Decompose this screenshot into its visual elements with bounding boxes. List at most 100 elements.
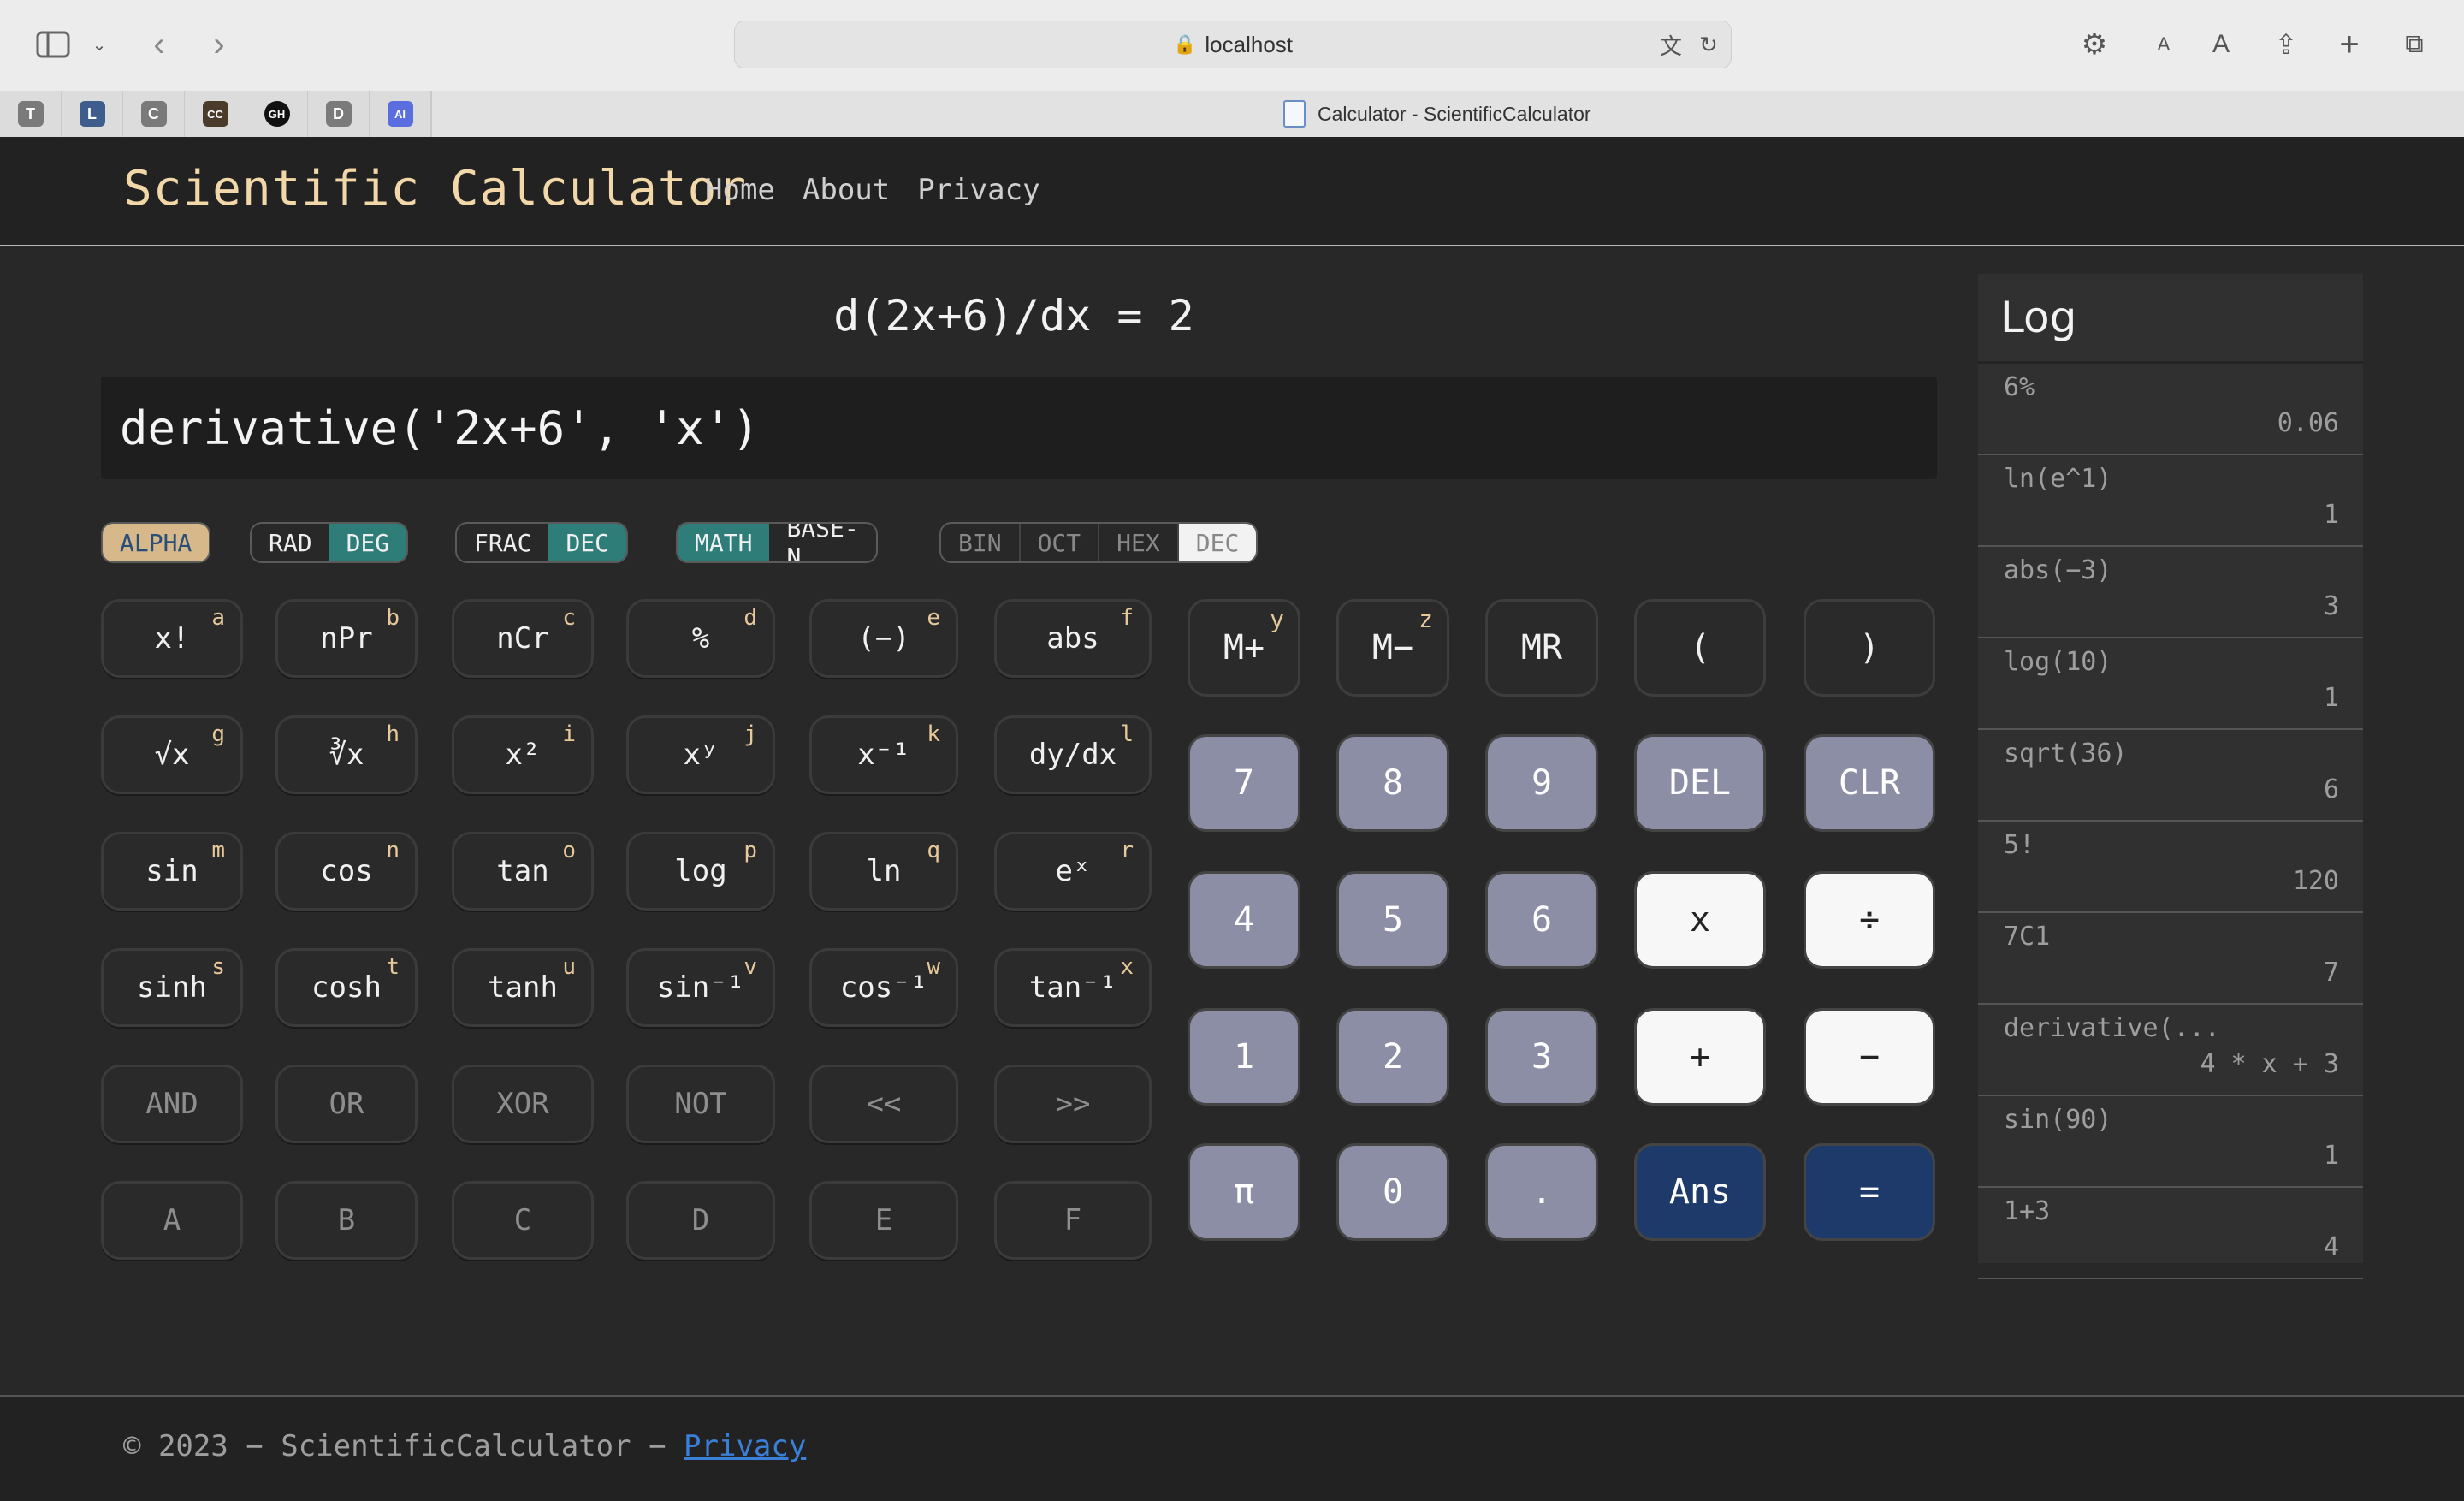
sci-key[interactable]: abs f [994, 599, 1152, 678]
sci-key[interactable]: % d [626, 599, 775, 678]
num-key[interactable]: x [1634, 871, 1766, 969]
log-entry[interactable]: ln(e^1) 1 [1978, 455, 2363, 547]
log-entry[interactable]: 1+3 4 [1978, 1188, 2363, 1279]
forward-icon[interactable]: › [202, 26, 236, 63]
share-icon[interactable]: ⇪ [2271, 26, 2301, 63]
address-bar[interactable]: 🔒 localhost [734, 21, 1732, 68]
sci-key[interactable]: << [809, 1065, 958, 1143]
sci-key[interactable]: ln q [809, 832, 958, 911]
deg-toggle[interactable]: DEG [329, 524, 407, 561]
favorite-c[interactable]: C [123, 91, 185, 137]
sci-key[interactable]: sin⁻¹ v [626, 948, 775, 1027]
sci-key[interactable]: cosh t [275, 948, 418, 1027]
num-key[interactable]: 9 [1485, 734, 1598, 832]
log-entry[interactable]: 6% 0.06 [1978, 364, 2363, 455]
sci-key[interactable]: tan⁻¹ x [994, 948, 1152, 1027]
num-key[interactable]: − [1804, 1008, 1935, 1106]
sci-key[interactable]: ∛x h [275, 715, 418, 794]
sci-key[interactable]: OR [275, 1065, 418, 1143]
nav-home[interactable]: Home [705, 173, 775, 207]
frac-toggle[interactable]: FRAC [457, 524, 548, 561]
sci-key[interactable]: x⁻¹ k [809, 715, 958, 794]
log-entry[interactable]: sqrt(36) 6 [1978, 730, 2363, 822]
sci-key[interactable]: sin m [101, 832, 243, 911]
log-entry[interactable]: log(10) 1 [1978, 638, 2363, 730]
num-key[interactable]: CLR [1804, 734, 1935, 832]
sci-key[interactable]: C [452, 1181, 594, 1260]
sci-key[interactable]: nCr c [452, 599, 594, 678]
log-entry[interactable]: sin(90) 1 [1978, 1096, 2363, 1188]
num-key[interactable]: 3 [1485, 1008, 1598, 1106]
sci-key[interactable]: log p [626, 832, 775, 911]
footer-privacy-link[interactable]: Privacy [684, 1429, 806, 1463]
sci-key[interactable]: E [809, 1181, 958, 1260]
favorite-ai[interactable]: AI [370, 91, 431, 137]
sci-key[interactable]: F [994, 1181, 1152, 1260]
num-key[interactable]: 0 [1336, 1143, 1449, 1241]
sci-key[interactable]: (−) e [809, 599, 958, 678]
num-key[interactable]: 4 [1188, 871, 1300, 969]
num-key[interactable]: + [1634, 1008, 1766, 1106]
favorite-github[interactable]: GH [246, 91, 308, 137]
num-key[interactable]: Ans [1634, 1143, 1766, 1241]
nav-about[interactable]: About [803, 173, 890, 207]
gear-icon[interactable]: ⚙ [2077, 26, 2112, 63]
sci-key[interactable]: >> [994, 1065, 1152, 1143]
num-key[interactable]: ) [1804, 599, 1935, 697]
sci-key[interactable]: √x g [101, 715, 243, 794]
log-entry[interactable]: abs(−3) 3 [1978, 547, 2363, 638]
nav-privacy[interactable]: Privacy [917, 173, 1040, 207]
sci-key[interactable]: AND [101, 1065, 243, 1143]
num-key[interactable]: = [1804, 1143, 1935, 1241]
alpha-toggle[interactable]: ALPHA [103, 524, 210, 561]
sci-key[interactable]: cos n [275, 832, 418, 911]
num-key[interactable]: ÷ [1804, 871, 1935, 969]
num-key[interactable]: 1 [1188, 1008, 1300, 1106]
favorite-t[interactable]: T [0, 91, 62, 137]
rad-toggle[interactable]: RAD [252, 524, 329, 561]
sci-key[interactable]: x² i [452, 715, 594, 794]
num-key[interactable]: DEL [1634, 734, 1766, 832]
num-key[interactable]: 5 [1336, 871, 1449, 969]
sci-key[interactable]: B [275, 1181, 418, 1260]
sci-key[interactable]: nPr b [275, 599, 418, 678]
log-entry[interactable]: derivative(... 4 * x + 3 [1978, 1005, 2363, 1096]
num-key[interactable]: π [1188, 1143, 1300, 1241]
dec-toggle[interactable]: DEC [548, 524, 627, 561]
brand-link[interactable]: Scientific Calculator [123, 161, 747, 217]
favorite-l[interactable]: L [62, 91, 123, 137]
text-larger-icon[interactable]: A [2207, 26, 2235, 63]
sci-key[interactable]: x! a [101, 599, 243, 678]
new-tab-icon[interactable]: + [2334, 26, 2365, 63]
log-entry[interactable]: 5! 120 [1978, 822, 2363, 913]
sci-key[interactable]: dy/dx l [994, 715, 1152, 794]
reload-icon[interactable]: ↻ [1696, 26, 1721, 63]
num-key[interactable]: 8 [1336, 734, 1449, 832]
hex-toggle[interactable]: HEX [1099, 524, 1179, 561]
math-toggle[interactable]: MATH [678, 524, 770, 561]
translate-icon[interactable]: 文 [1653, 26, 1689, 63]
num-key[interactable]: M− z [1336, 599, 1449, 697]
bin-toggle[interactable]: BIN [941, 524, 1021, 561]
sci-key[interactable]: A [101, 1181, 243, 1260]
log-entry[interactable]: 7C1 7 [1978, 913, 2363, 1005]
num-key[interactable]: ( [1634, 599, 1766, 697]
active-tab[interactable]: Calculator - ScientificCalculator [1283, 91, 1591, 137]
tab-overview-icon[interactable]: ⧉ [2397, 26, 2431, 63]
sci-key[interactable]: D [626, 1181, 775, 1260]
sci-key[interactable]: XOR [452, 1065, 594, 1143]
sci-key[interactable]: xʸ j [626, 715, 775, 794]
text-smaller-icon[interactable]: A [2153, 26, 2175, 63]
base-n-toggle[interactable]: BASE-N [769, 524, 875, 561]
chevron-down-icon[interactable]: ⌄ [89, 26, 110, 63]
num-key[interactable]: 7 [1188, 734, 1300, 832]
num-key[interactable]: . [1485, 1143, 1598, 1241]
favorite-d[interactable]: D [308, 91, 370, 137]
sci-key[interactable]: tan o [452, 832, 594, 911]
sci-key[interactable]: tanh u [452, 948, 594, 1027]
sidebar-toggle-icon[interactable] [34, 26, 72, 63]
back-icon[interactable]: ‹ [142, 26, 176, 63]
oct-toggle[interactable]: OCT [1021, 524, 1100, 561]
num-key[interactable]: 2 [1336, 1008, 1449, 1106]
sci-key[interactable]: sinh s [101, 948, 243, 1027]
